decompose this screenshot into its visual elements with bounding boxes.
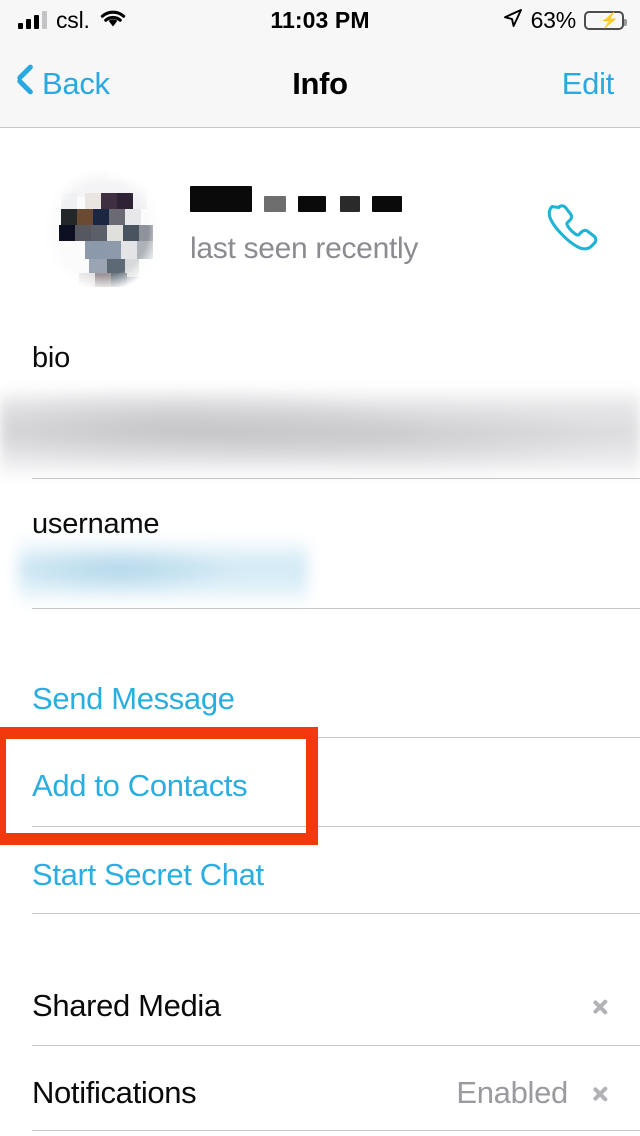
bio-label: bio bbox=[32, 342, 71, 374]
redaction-bar bbox=[298, 196, 326, 212]
telegram-user-info-screen: csl. 11:03 PM 63% ⚡ Back Info Edit last … bbox=[0, 0, 640, 1136]
redaction-bar bbox=[190, 186, 252, 212]
page-title: Info bbox=[292, 65, 348, 101]
add-to-contacts-row[interactable]: Add to Contacts bbox=[0, 749, 640, 823]
separator bbox=[32, 1130, 640, 1131]
navigation-bar: Back Info Edit bbox=[0, 40, 640, 128]
chevron-right-icon bbox=[592, 1078, 610, 1108]
bio-value-redacted[interactable] bbox=[0, 386, 640, 480]
edit-button[interactable]: Edit bbox=[562, 40, 615, 127]
chevron-right-icon bbox=[592, 991, 610, 1021]
start-secret-chat-label: Start Secret Chat bbox=[32, 857, 264, 892]
location-arrow-icon bbox=[503, 8, 523, 33]
avatar[interactable] bbox=[45, 165, 161, 295]
notifications-row[interactable]: Notifications Enabled bbox=[0, 1055, 640, 1131]
battery-charging-icon: ⚡ bbox=[584, 10, 627, 30]
separator bbox=[32, 737, 640, 738]
redaction-bar bbox=[372, 196, 402, 212]
send-message-label: Send Message bbox=[32, 681, 235, 716]
status-bar: csl. 11:03 PM 63% ⚡ bbox=[0, 0, 640, 40]
battery-percent-label: 63% bbox=[530, 6, 577, 33]
status-bar-right: 63% ⚡ bbox=[503, 0, 627, 40]
separator bbox=[32, 1045, 640, 1046]
add-to-contacts-label: Add to Contacts bbox=[32, 768, 248, 803]
shared-media-row[interactable]: Shared Media bbox=[0, 968, 640, 1044]
redaction-bar bbox=[264, 196, 286, 212]
clock-label: 11:03 PM bbox=[270, 6, 370, 33]
start-secret-chat-row[interactable]: Start Secret Chat bbox=[0, 838, 640, 912]
separator bbox=[32, 826, 640, 827]
notifications-label: Notifications bbox=[32, 1075, 197, 1110]
separator bbox=[32, 913, 640, 914]
send-message-row[interactable]: Send Message bbox=[0, 662, 640, 736]
contact-name bbox=[190, 186, 402, 212]
username-label: username bbox=[32, 508, 160, 540]
contact-status: last seen recently bbox=[190, 232, 419, 265]
redaction-bar bbox=[340, 196, 360, 212]
username-value-redacted[interactable] bbox=[18, 540, 308, 606]
shared-media-label: Shared Media bbox=[32, 988, 221, 1023]
profile-header: last seen recently bbox=[0, 129, 640, 326]
notifications-value: Enabled bbox=[456, 1075, 568, 1110]
separator bbox=[32, 478, 640, 479]
separator bbox=[32, 608, 640, 609]
phone-icon[interactable] bbox=[544, 197, 604, 257]
